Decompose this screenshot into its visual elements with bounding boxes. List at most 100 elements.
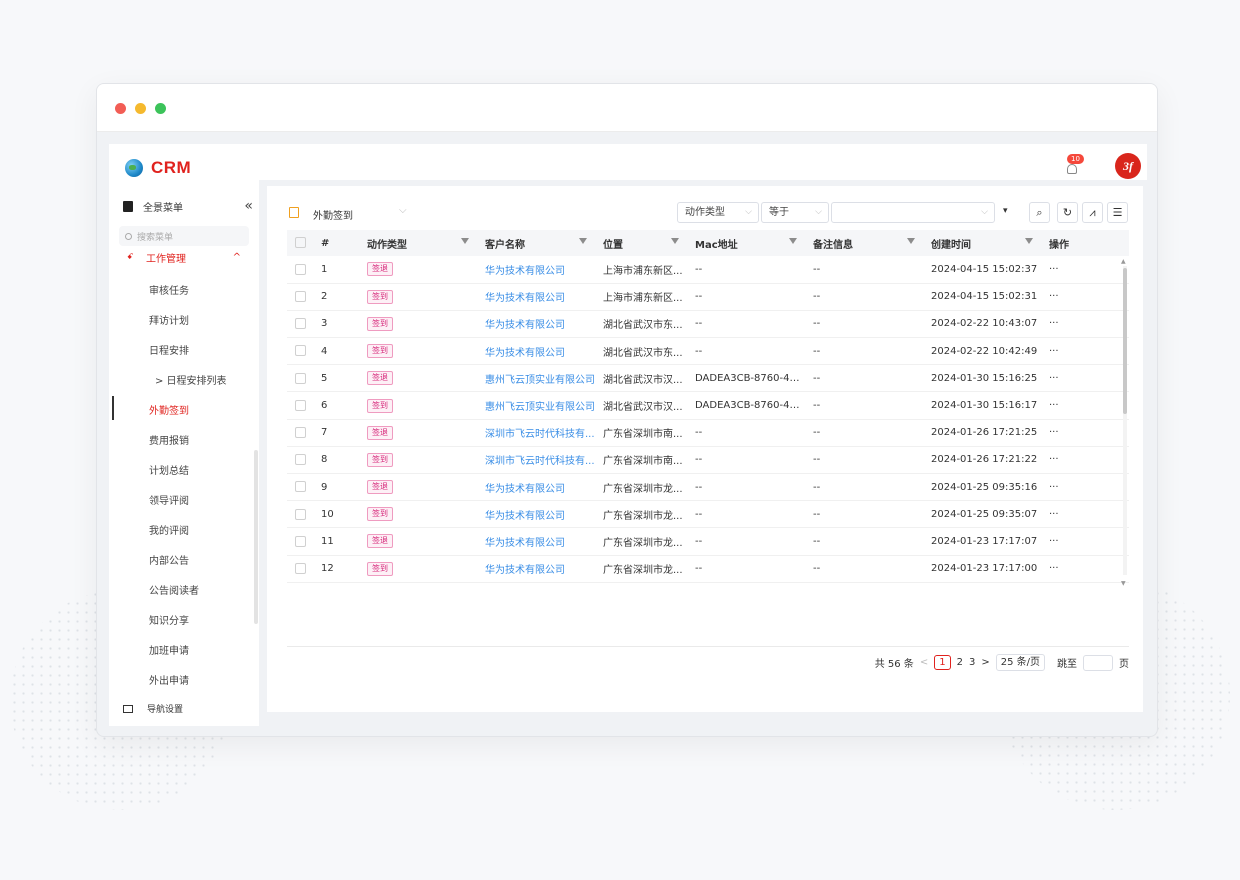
row-actions-button[interactable]: ···: [1041, 419, 1129, 447]
table-row[interactable]: 2 签到 华为技术有限公司 上海市浦东新区... -- -- 2024-04-15 15:0…: [287, 283, 1129, 311]
row-actions-button[interactable]: ···: [1041, 500, 1129, 529]
row-actions-button[interactable]: ···: [1041, 256, 1129, 284]
sidebar-item-visit-plan[interactable]: 拜访计划: [149, 312, 189, 327]
sidebar-item-overtime-request[interactable]: 加班申请: [149, 642, 189, 657]
sidebar-item-schedule[interactable]: 日程安排: [149, 342, 189, 357]
sidebar-item-outing-request[interactable]: 外出申请: [149, 672, 189, 687]
col-note[interactable]: 备注信息: [805, 230, 923, 256]
table-row[interactable]: 3 签到 华为技术有限公司 湖北省武汉市东... -- -- 2024-02-22 10:4…: [287, 310, 1129, 339]
sidebar-item-plan-summary[interactable]: 计划总结: [149, 462, 189, 477]
page-button-3[interactable]: 3: [969, 657, 975, 668]
filter-icon[interactable]: [579, 238, 587, 244]
sidebar-item-internal-notice[interactable]: 内部公告: [149, 552, 189, 567]
bell-icon[interactable]: [1067, 164, 1077, 174]
close-window-button[interactable]: [115, 103, 126, 114]
sidebar-item-expenses[interactable]: 费用报销: [149, 432, 189, 447]
sidebar-item-leader-review[interactable]: 领导评阅: [149, 492, 189, 507]
page-button-1[interactable]: 1: [934, 655, 951, 670]
customer-link[interactable]: 惠州飞云顶实业有限公司: [485, 375, 595, 386]
row-actions-button[interactable]: ···: [1041, 446, 1129, 475]
crm-logo[interactable]: CRM: [125, 158, 191, 178]
table-row[interactable]: 12 签到 华为技术有限公司 广东省深圳市龙... -- -- 2024-01-23 17:…: [287, 555, 1129, 583]
row-checkbox[interactable]: [295, 535, 306, 547]
row-actions-button[interactable]: ···: [1041, 473, 1129, 502]
avatar[interactable]: 3f: [1115, 153, 1141, 179]
table-row[interactable]: 11 签退 华为技术有限公司 广东省深圳市龙... -- -- 2024-01-23 17:…: [287, 527, 1129, 556]
filter-icon[interactable]: [789, 238, 797, 244]
row-actions-button[interactable]: ···: [1041, 337, 1129, 366]
col-customer[interactable]: 客户名称: [477, 230, 595, 256]
customer-link[interactable]: 华为技术有限公司: [485, 565, 565, 576]
col-created[interactable]: 创建时间: [923, 230, 1041, 256]
customer-link[interactable]: 华为技术有限公司: [485, 320, 565, 331]
table-row[interactable]: 8 签到 深圳市飞云时代科技有... 广东省深圳市南... -- -- 2024-01-26…: [287, 446, 1129, 475]
filter-value-select[interactable]: ⌵: [831, 202, 995, 223]
table-row[interactable]: 1 签退 华为技术有限公司 上海市浦东新区... -- -- 2024-04-15 15:0…: [287, 256, 1129, 284]
filter-icon[interactable]: [461, 238, 469, 244]
customer-link[interactable]: 华为技术有限公司: [485, 538, 565, 549]
row-checkbox[interactable]: [295, 508, 306, 520]
customer-link[interactable]: 华为技术有限公司: [485, 511, 565, 522]
customer-link[interactable]: 深圳市飞云时代科技有...: [485, 429, 595, 440]
col-action-type[interactable]: 动作类型: [359, 230, 477, 256]
select-all-checkbox[interactable]: [295, 237, 306, 249]
sidebar-item-field-checkin[interactable]: 外勤签到: [149, 402, 189, 417]
scrollbar-thumb[interactable]: [1123, 268, 1127, 414]
jump-page-input[interactable]: [1083, 654, 1113, 671]
row-checkbox[interactable]: [295, 426, 306, 438]
customer-link[interactable]: 华为技术有限公司: [485, 266, 565, 277]
title-dropdown-icon[interactable]: ⌵: [399, 205, 407, 216]
filter-icon[interactable]: [1025, 238, 1033, 244]
sidebar-group-work-management[interactable]: ꗃ 工作管理 ^: [127, 251, 241, 264]
table-row[interactable]: 9 签退 华为技术有限公司 广东省深圳市龙... -- -- 2024-01-25 09:3…: [287, 473, 1129, 502]
row-checkbox[interactable]: [295, 562, 306, 574]
sidebar-item-review-tasks[interactable]: 审核任务: [149, 282, 189, 297]
row-checkbox[interactable]: [295, 372, 306, 384]
row-checkbox[interactable]: [295, 291, 306, 303]
col-mac[interactable]: Mac地址: [687, 230, 805, 256]
col-location[interactable]: 位置: [595, 230, 687, 256]
customer-link[interactable]: 华为技术有限公司: [485, 348, 565, 359]
row-checkbox[interactable]: [295, 318, 306, 330]
scroll-down-icon[interactable]: ▼: [1121, 580, 1126, 587]
sidebar-item-notice-readers[interactable]: 公告阅读者: [149, 582, 199, 597]
row-actions-button[interactable]: ···: [1041, 364, 1129, 393]
filter-icon[interactable]: [907, 238, 915, 244]
maximize-window-button[interactable]: [155, 103, 166, 114]
row-checkbox[interactable]: [295, 399, 306, 411]
menu-search-input[interactable]: 搜索菜单: [119, 226, 249, 246]
customer-link[interactable]: 华为技术有限公司: [485, 293, 565, 304]
row-actions-button[interactable]: ···: [1041, 527, 1129, 556]
sidebar-item-knowledge-share[interactable]: 知识分享: [149, 612, 189, 627]
next-page-icon[interactable]: >: [981, 657, 989, 668]
nav-settings[interactable]: 导航设置: [123, 702, 183, 715]
table-scrollbar[interactable]: ▲ ▼: [1121, 258, 1129, 587]
customer-link[interactable]: 深圳市飞云时代科技有...: [485, 456, 595, 467]
search-button[interactable]: ⌕: [1029, 202, 1050, 223]
customer-link[interactable]: 华为技术有限公司: [485, 484, 565, 495]
row-checkbox[interactable]: [295, 345, 306, 357]
row-checkbox[interactable]: [295, 481, 306, 493]
sidebar-item-my-review[interactable]: 我的评阅: [149, 522, 189, 537]
row-actions-button[interactable]: ···: [1041, 310, 1129, 339]
table-row[interactable]: 7 签退 深圳市飞云时代科技有... 广东省深圳市南... -- -- 2024-01-26…: [287, 419, 1129, 447]
customer-link[interactable]: 惠州飞云顶实业有限公司: [485, 402, 595, 413]
chart-button[interactable]: ⩘: [1082, 202, 1103, 223]
filter-operator-select[interactable]: 等于 ⌵: [761, 202, 829, 223]
minimize-window-button[interactable]: [135, 103, 146, 114]
row-checkbox[interactable]: [295, 454, 306, 466]
refresh-button[interactable]: ↻: [1057, 202, 1078, 223]
row-actions-button[interactable]: ···: [1041, 283, 1129, 311]
row-actions-button[interactable]: ···: [1041, 555, 1129, 583]
filter-field-select[interactable]: 动作类型 ⌵: [677, 202, 759, 223]
filter-icon[interactable]: [671, 238, 679, 244]
table-row[interactable]: 10 签到 华为技术有限公司 广东省深圳市龙... -- -- 2024-01-25 09:…: [287, 500, 1129, 529]
row-actions-button[interactable]: ···: [1041, 391, 1129, 420]
prev-page-icon[interactable]: <: [920, 657, 928, 668]
sidebar-item-schedule-list[interactable]: > 日程安排列表: [155, 372, 227, 387]
column-menu-button[interactable]: ☰: [1107, 202, 1128, 223]
table-row[interactable]: 4 签到 华为技术有限公司 湖北省武汉市东... -- -- 2024-02-22 10:4…: [287, 337, 1129, 366]
more-filter-caret[interactable]: ▾: [1003, 206, 1008, 216]
page-button-2[interactable]: 2: [957, 657, 963, 668]
table-row[interactable]: 6 签到 惠州飞云顶实业有限公司 湖北省武汉市汉... DADEA3CB-8760-4B…: [287, 391, 1129, 420]
